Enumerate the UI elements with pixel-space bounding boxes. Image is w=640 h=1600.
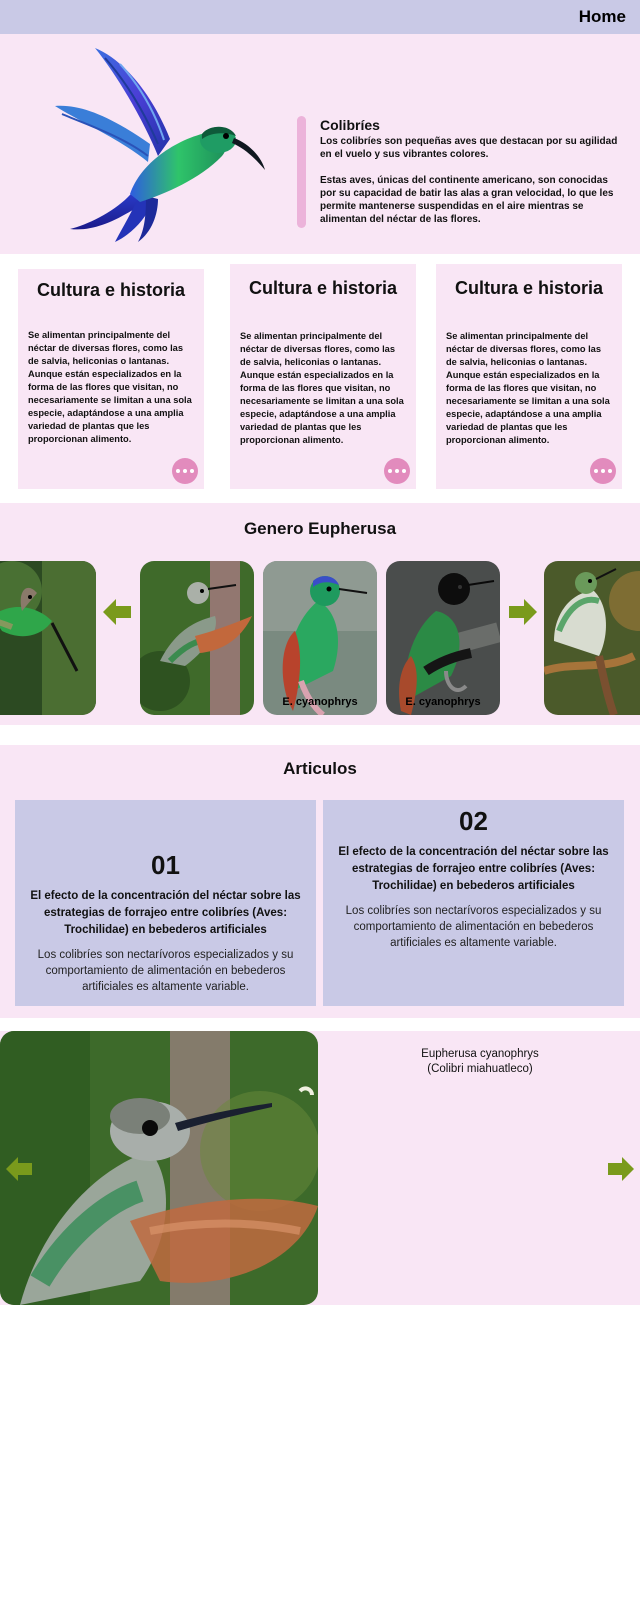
hero-title: Colibríes [320, 117, 380, 133]
card-title: Cultura e historia [248, 278, 398, 298]
arrow-left-icon[interactable] [6, 1157, 32, 1181]
gallery-photo[interactable]: E. cyanophrys [263, 561, 377, 715]
card-body: Se alimentan principalmente del néctar d… [240, 331, 404, 445]
hummingbird-illustration [50, 44, 265, 244]
gallery-photo[interactable] [140, 561, 254, 715]
more-options-button[interactable] [590, 458, 616, 484]
card-title: Cultura e historia [454, 278, 604, 298]
hero-section: Colibríes Los colibríes son pequeñas ave… [0, 34, 640, 254]
info-card: Cultura e historia Se alimentan principa… [230, 264, 416, 489]
article-number: 01 [151, 850, 180, 880]
home-link[interactable]: Home [579, 7, 626, 27]
feature-photo [0, 1031, 318, 1305]
card-body: Se alimentan principalmente del néctar d… [28, 330, 192, 444]
article-summary: Los colibríes son nectarívoros especiali… [37, 949, 294, 993]
arrow-right-icon[interactable] [608, 1157, 634, 1181]
articles-title: Articulos [283, 759, 357, 778]
feature-caption: Eupherusa cyanophrys (Colibri miahuatlec… [330, 1047, 630, 1077]
article-title: El efecto de la concentración del néctar… [30, 890, 301, 936]
gallery-photo[interactable]: E. cyanophrys [386, 561, 500, 715]
gallery-title: Genero Eupherusa [243, 519, 397, 538]
article-card[interactable]: 02 El efecto de la concentración del néc… [323, 800, 624, 1006]
article-card[interactable]: 01 El efecto de la concentración del néc… [15, 800, 316, 1006]
info-card: Cultura e historia Se alimentan principa… [436, 264, 622, 489]
articles-section: Articulos 01 El efecto de la concentraci… [0, 745, 640, 1018]
more-options-button[interactable] [172, 458, 198, 484]
photo-caption: E. cyanophrys [405, 696, 481, 708]
accent-bar [297, 116, 306, 228]
common-name: (Colibri miahuatleco) [427, 1063, 533, 1075]
species-name: Eupherusa cyanophrys [421, 1048, 539, 1060]
hero-paragraph-1: Los colibríes son pequeñas aves que dest… [320, 136, 618, 160]
info-card: Cultura e historia Se alimentan principa… [18, 269, 204, 489]
hero-text: Colibríes Los colibríes son pequeñas ave… [320, 116, 620, 226]
gallery-photo[interactable] [544, 561, 640, 715]
card-body: Se alimentan principalmente del néctar d… [446, 331, 610, 445]
hero-paragraph-2: Estas aves, únicas del continente americ… [320, 175, 614, 225]
article-number: 02 [459, 806, 488, 836]
arrow-left-icon[interactable] [103, 599, 131, 625]
feature-section: Eupherusa cyanophrys (Colibri miahuatlec… [0, 1031, 640, 1305]
gallery-photo[interactable] [0, 561, 96, 715]
photo-caption: E. cyanophrys [282, 696, 358, 708]
gallery-section: Genero Eupherusa E. cyanophrys E. cyanop… [0, 503, 640, 725]
article-summary: Los colibríes son nectarívoros especiali… [345, 905, 602, 949]
arrow-right-icon[interactable] [509, 599, 537, 625]
top-nav-bar: Home [0, 0, 640, 34]
more-options-button[interactable] [384, 458, 410, 484]
article-title: El efecto de la concentración del néctar… [338, 846, 609, 892]
card-title: Cultura e historia [36, 280, 186, 300]
